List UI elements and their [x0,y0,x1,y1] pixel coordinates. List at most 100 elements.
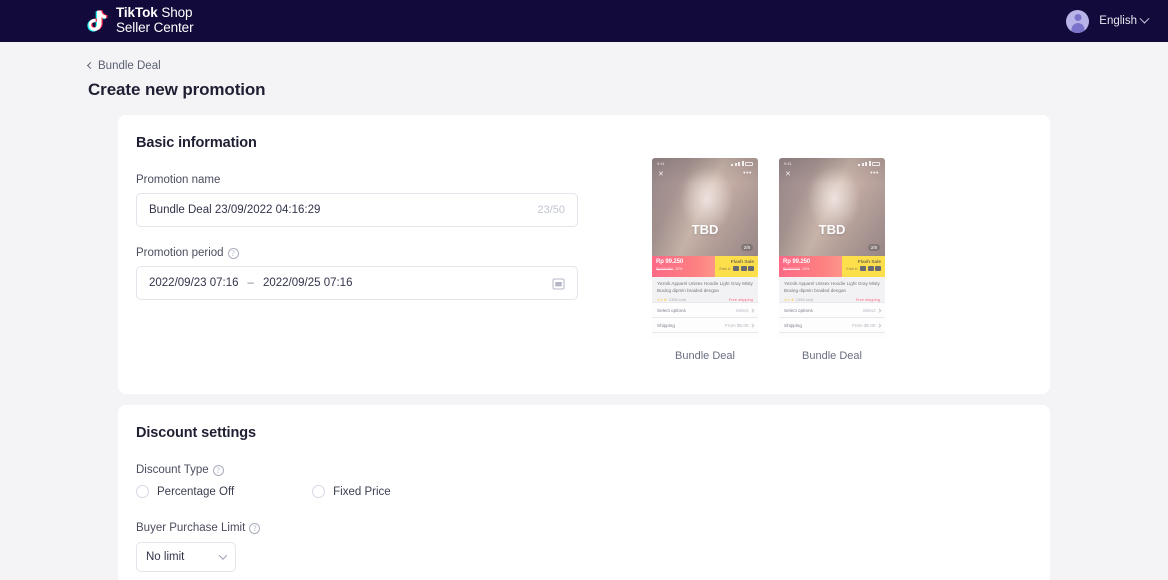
brand-shop-text: Shop [157,5,193,21]
detail-row-value-group: From $5.00 [725,322,754,328]
detail-row-value: From $5.00 [725,322,749,328]
promotion-name-char-counter: 23/50 [537,204,565,216]
radio-percentage-off-label: Percentage Off [157,485,235,498]
help-icon[interactable]: ? [212,464,224,476]
discount-settings-title: Discount settings [136,425,256,441]
promotion-period-input[interactable]: 2022/09/23 07:16 – 2022/09/25 07:16 [136,266,578,300]
price-block: Rp 99.250 Rp109.900 -10% [779,256,842,277]
product-photo: 9:41 ✕ ••• TBD 2/8 [652,158,758,256]
buyer-purchase-limit-label: Buyer Purchase Limit ? [136,522,1032,534]
timer-minutes [740,266,747,271]
flash-sale-label: Flash Sale [730,259,754,264]
buyer-purchase-limit-select[interactable]: No limit [136,542,236,572]
product-title: Yeznik Apparel Unisex Hoodie Light Gray … [784,281,880,293]
period-separator: – [247,277,254,289]
original-price: Rp109.900 [656,266,674,271]
detail-row[interactable]: Shipping From $5.00 [779,317,885,333]
phone-status-bar: 9:41 [784,161,880,166]
radio-fixed-price[interactable]: Fixed Price [312,485,391,498]
period-end-value: 2022/09/25 07:16 [262,277,353,289]
help-icon[interactable]: ? [227,247,239,259]
detail-row[interactable]: Retailer policies [652,332,758,338]
product-details: Yeznik Apparel Unisex Hoodie Light Gray … [779,277,885,338]
timer-hours [860,266,866,271]
breadcrumb-label: Bundle Deal [98,59,161,72]
current-price: Rp 99.250 [783,259,811,265]
flash-sale-block: Flash Sale Ends in [842,256,885,277]
period-start-value: 2022/09/23 07:16 [149,277,239,289]
chevron-down-icon [218,551,228,560]
preview-item: 9:41 ✕ ••• TBD 2/8 Rp 99.250 Rp109.900 -… [652,158,758,362]
more-options-icon[interactable]: ••• [870,170,879,177]
chevron-right-icon [876,323,881,328]
promotion-period-label-text: Promotion period [136,247,224,259]
preview-gallery: 9:41 ✕ ••• TBD 2/8 Rp 99.250 Rp109.900 -… [652,158,885,362]
radio-circle-icon [312,485,326,498]
original-price: Rp109.900 [783,266,801,271]
close-icon[interactable]: ✕ [658,170,664,178]
tiktok-note-icon [84,8,110,35]
promotion-name-input[interactable]: Bundle Deal 23/09/2022 04:16:29 23/50 [136,193,578,227]
buyer-purchase-limit-value: No limit [146,551,185,563]
help-icon[interactable]: ? [249,522,261,534]
battery-icon [872,162,880,166]
free-shipping-badge: Free shipping [855,297,880,303]
timer-label: Ends in [846,266,858,271]
status-time: 9:41 [657,161,665,166]
detail-row[interactable]: Select options Select [779,302,885,318]
detail-row-label: Select options [657,307,686,313]
price-bar: Rp 99.250 Rp109.900 -10% Flash Sale Ends… [652,256,758,277]
promotion-name-label-text: Promotion name [136,174,221,186]
price-block: Rp 99.250 Rp109.900 -10% [652,256,715,277]
detail-row-value-group: Select [736,308,754,313]
promotion-name-value: Bundle Deal 23/09/2022 04:16:29 [149,204,321,216]
close-icon[interactable]: ✕ [785,170,791,178]
original-price-block: Rp109.900 -10% [783,267,842,271]
status-time: 9:41 [784,161,792,166]
more-options-icon[interactable]: ••• [743,170,752,177]
detail-row[interactable]: Shipping From $5.00 [652,317,758,333]
brand-logo-area[interactable]: TikTok Shop Seller Center [84,6,194,35]
phone-status-bar: 9:41 [657,161,753,166]
countdown-timer: Ends in [844,266,881,271]
detail-row[interactable]: Select options Select [652,302,758,318]
breadcrumb[interactable]: Bundle Deal [86,59,161,72]
calendar-icon[interactable] [552,277,565,290]
basic-information-title: Basic information [136,135,257,151]
preview-caption: Bundle Deal [675,350,735,362]
detail-row-value: Select [862,307,876,313]
discount-settings-card: Discount settings Discount Type ? Percen… [118,405,1050,580]
battery-icon [745,162,753,166]
free-shipping-badge: Free shipping [728,297,753,303]
avatar[interactable] [1066,9,1090,33]
radio-percentage-off[interactable]: Percentage Off [136,485,234,498]
rating-value: 4.5 ★ [657,297,668,303]
timer-label: Ends in [719,266,731,271]
flash-sale-label: Flash Sale [857,259,881,264]
chevron-right-icon [749,323,754,328]
detail-row-label: Select options [784,307,813,313]
page-title: Create new promotion [88,80,266,99]
countdown-timer: Ends in [717,266,754,271]
basic-information-card: Basic information Promotion name Bundle … [118,115,1050,394]
page-header: Bundle Deal Create new promotion [0,42,1168,100]
detail-row[interactable]: Retailer policies [779,332,885,338]
phone-preview: 9:41 ✕ ••• TBD 2/8 Rp 99.250 Rp109.900 -… [779,158,885,338]
promotion-period-field-group: Promotion period ? 2022/09/23 07:16 – 20… [136,247,578,300]
product-photo: 9:41 ✕ ••• TBD 2/8 [779,158,885,256]
preview-item: 9:41 ✕ ••• TBD 2/8 Rp 99.250 Rp109.900 -… [779,158,885,362]
chevron-down-icon [1139,13,1150,24]
sold-count: 1366 sold [795,297,814,303]
detail-row-value-group: From $5.00 [852,323,881,328]
detail-row-label: Shipping [657,322,675,328]
flash-sale-block: Flash Sale Ends in [715,256,758,277]
radio-fixed-price-label: Fixed Price [333,485,391,498]
promotion-period-label: Promotion period ? [136,247,578,259]
phone-preview: 9:41 ✕ ••• TBD 2/8 Rp 99.250 Rp109.900 -… [652,158,758,338]
promotion-name-field-group: Promotion name Bundle Deal 23/09/2022 04… [136,174,578,227]
discount-type-label: Discount Type ? [136,464,1032,476]
status-icons [731,161,753,166]
detail-row-value-group: Select [862,307,881,313]
language-selector[interactable]: English [1099,13,1150,27]
top-right-controls: English [1066,9,1150,33]
